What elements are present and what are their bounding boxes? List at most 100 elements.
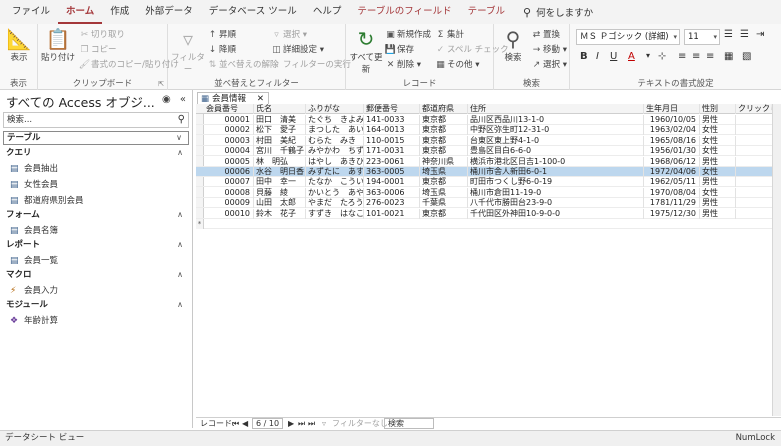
table-cell[interactable]: 00001 [204, 115, 254, 125]
table-row[interactable]: 00001 田口 清美 たぐち きよみ 141-0033 東京都 品川区西品川13-1-0… [196, 115, 776, 125]
table-cell[interactable]: 276-0023 [364, 198, 420, 209]
nav-section-tables[interactable]: テーブル ∨ [3, 131, 189, 145]
column-header[interactable]: 都道府県 [420, 104, 468, 114]
table-cell[interactable]: まつした あいこ [306, 125, 364, 136]
table-cell[interactable]: みやかわ ちずこ [306, 146, 364, 157]
table-cell[interactable] [736, 146, 776, 157]
nav-item-query[interactable]: ▤ 都道府県別会員 [10, 194, 84, 206]
table-cell[interactable]: みずたに あすか [306, 167, 364, 177]
table-cell[interactable] [736, 208, 776, 219]
italic-icon[interactable]: I [596, 51, 599, 62]
table-cell[interactable]: 台東区東上野4-1-0 [468, 135, 644, 146]
nav-section-modules[interactable]: モジュール ∧ [3, 298, 189, 312]
nav-search-input[interactable]: 検索... ⚲ [3, 112, 189, 128]
table-row[interactable]: 00007田中 幸一たなか こういち194-0001東京都町田市つくし野6-0-… [196, 177, 776, 188]
table-cell[interactable]: 男性 [700, 198, 736, 209]
table-cell[interactable]: 村田 美紀 [254, 135, 306, 146]
last-record-icon[interactable]: ⏭ [298, 418, 305, 429]
new-record-row[interactable]: * [196, 219, 772, 229]
tab-home[interactable]: ホーム [58, 0, 103, 24]
tell-me-search[interactable]: ⚲ 何をしますか [513, 5, 593, 20]
table-row[interactable]: 00002松下 愛子まつした あいこ164-0013東京都中野区弥生町12-31… [196, 125, 776, 136]
table-cell[interactable]: 00007 [204, 177, 254, 188]
column-header[interactable]: 会員番号 [204, 104, 254, 114]
nav-item-macro[interactable]: ⚡ 会員入力 [10, 284, 58, 296]
table-cell[interactable]: 110-0015 [364, 135, 420, 146]
chevron-down-icon[interactable]: ▾ [646, 51, 650, 60]
column-header[interactable]: 生年月日 [644, 104, 700, 114]
table-cell[interactable]: 1972/04/06 [644, 167, 700, 177]
table-cell[interactable]: 女性 [700, 125, 736, 136]
bullets-icon[interactable]: ☰ [724, 29, 733, 40]
table-cell[interactable]: 1963/02/04 [644, 125, 700, 136]
table-cell[interactable]: 山田 太郎 [254, 198, 306, 209]
new-record-icon[interactable]: ⏭ [308, 418, 315, 429]
table-cell[interactable]: はやし あきひろ [306, 156, 364, 167]
indent-icon[interactable]: ⇥ [756, 29, 764, 40]
nav-item-module[interactable]: ❖ 年齢計算 [10, 314, 58, 326]
table-cell[interactable]: 00006 [204, 167, 254, 177]
nav-section-queries[interactable]: クエリ ∧ [3, 146, 189, 160]
table-row[interactable]: 00008 貝藤 綾かいとう あや 363-0006 埼玉県 桶川市倉田11-19-0 1… [196, 187, 776, 198]
nav-item-report[interactable]: ▤ 会員一覧 [10, 254, 58, 266]
column-header[interactable]: 郵便番号 [364, 104, 420, 114]
tab-create[interactable]: 作成 [102, 0, 137, 24]
table-cell[interactable] [736, 125, 776, 136]
table-cell[interactable] [736, 156, 776, 167]
font-size-select[interactable]: 11 ▾ [684, 29, 720, 45]
nav-pane-title[interactable]: すべての Access オブジ... [6, 92, 155, 111]
nav-item-form[interactable]: ▤ 会員名簿 [10, 224, 58, 236]
select-button[interactable]: ↗ 選択 ▾ [530, 58, 567, 70]
table-row[interactable]: 00004宮川 千鶴子みやかわ ちずこ171-0031東京都豊島区目白6-6-0… [196, 146, 776, 157]
copy-button[interactable]: ❐ コピー [78, 43, 116, 55]
table-cell[interactable]: 宮川 千鶴子 [254, 146, 306, 157]
table-row[interactable]: 00009 山田 太郎 やまだ たろう 276-0023 千葉県 八千代市勝田台23-9-… [196, 198, 776, 209]
nav-section-forms[interactable]: フォーム ∧ [3, 208, 189, 222]
table-cell[interactable]: 鈴木 花子 [254, 208, 306, 219]
nav-section-macros[interactable]: マクロ ∧ [3, 268, 189, 282]
refresh-all-button[interactable]: ↻ すべて更新 [348, 27, 384, 75]
replace-button[interactable]: ⇄ 置換 [530, 28, 560, 40]
table-cell[interactable]: 00002 [204, 125, 254, 136]
table-cell[interactable]: 女性 [700, 167, 736, 177]
table-cell[interactable]: 00008 [204, 187, 254, 198]
table-row[interactable]: 00003 村田 美紀 むらた みき 110-0015 東京都 台東区東上野4-1-0 19… [196, 135, 776, 146]
tab-table-fields[interactable]: テーブルのフィールド [349, 0, 459, 24]
table-cell[interactable]: 1968/06/12 [644, 156, 700, 167]
table-cell[interactable]: 千葉県 [420, 198, 468, 209]
tab-external-data[interactable]: 外部データ [137, 0, 201, 24]
font-color-icon[interactable]: A [628, 51, 635, 62]
table-cell[interactable]: 00004 [204, 146, 254, 157]
table-cell[interactable] [736, 177, 776, 188]
table-cell[interactable]: 女性 [700, 146, 736, 157]
table-cell[interactable]: 田口 清美 [254, 115, 306, 125]
table-cell[interactable]: 194-0001 [364, 177, 420, 188]
table-row[interactable]: 00006水谷 明日香みずたに あすか363-0005埼玉県桶川市舎人新田6-0… [196, 167, 776, 177]
table-cell[interactable]: 1965/08/16 [644, 135, 700, 146]
table-cell[interactable]: かいとう あや [306, 187, 364, 198]
table-cell[interactable]: 1975/12/30 [644, 208, 700, 219]
table-cell[interactable]: 品川区西品川13-1-0 [468, 115, 644, 125]
table-cell[interactable]: 1781/11/29 [644, 198, 700, 209]
table-cell[interactable]: 164-0013 [364, 125, 420, 136]
table-cell[interactable]: 中野区弥生町12-31-0 [468, 125, 644, 136]
table-cell[interactable]: 埼玉県 [420, 167, 468, 177]
first-record-icon[interactable]: ⏮ [232, 418, 239, 429]
cut-button[interactable]: ✂ 切り取り [78, 28, 125, 40]
table-cell[interactable]: 女性 [700, 187, 736, 198]
table-cell[interactable]: たぐち きよみ [306, 115, 364, 125]
highlight-icon[interactable]: ⊹ [658, 51, 666, 62]
table-cell[interactable]: すずき はなこ [306, 208, 364, 219]
column-header[interactable]: ふりがな [306, 104, 364, 114]
table-cell[interactable] [736, 198, 776, 209]
table-cell[interactable]: 八千代市勝田台23-9-0 [468, 198, 644, 209]
selection-filter-button[interactable]: ▿ 選択 ▾ [270, 28, 307, 40]
advanced-filter-button[interactable]: ◫ 詳細設定 ▾ [270, 43, 324, 55]
sort-ascending-button[interactable]: ↑ 昇順 [206, 28, 236, 40]
table-cell[interactable]: 豊島区目白6-6-0 [468, 146, 644, 157]
numbering-icon[interactable]: ☰ [740, 29, 749, 40]
table-cell[interactable]: 00010 [204, 208, 254, 219]
table-cell[interactable]: 00003 [204, 135, 254, 146]
table-cell[interactable]: 東京都 [420, 125, 468, 136]
collapse-pane-icon[interactable]: « [180, 94, 186, 105]
